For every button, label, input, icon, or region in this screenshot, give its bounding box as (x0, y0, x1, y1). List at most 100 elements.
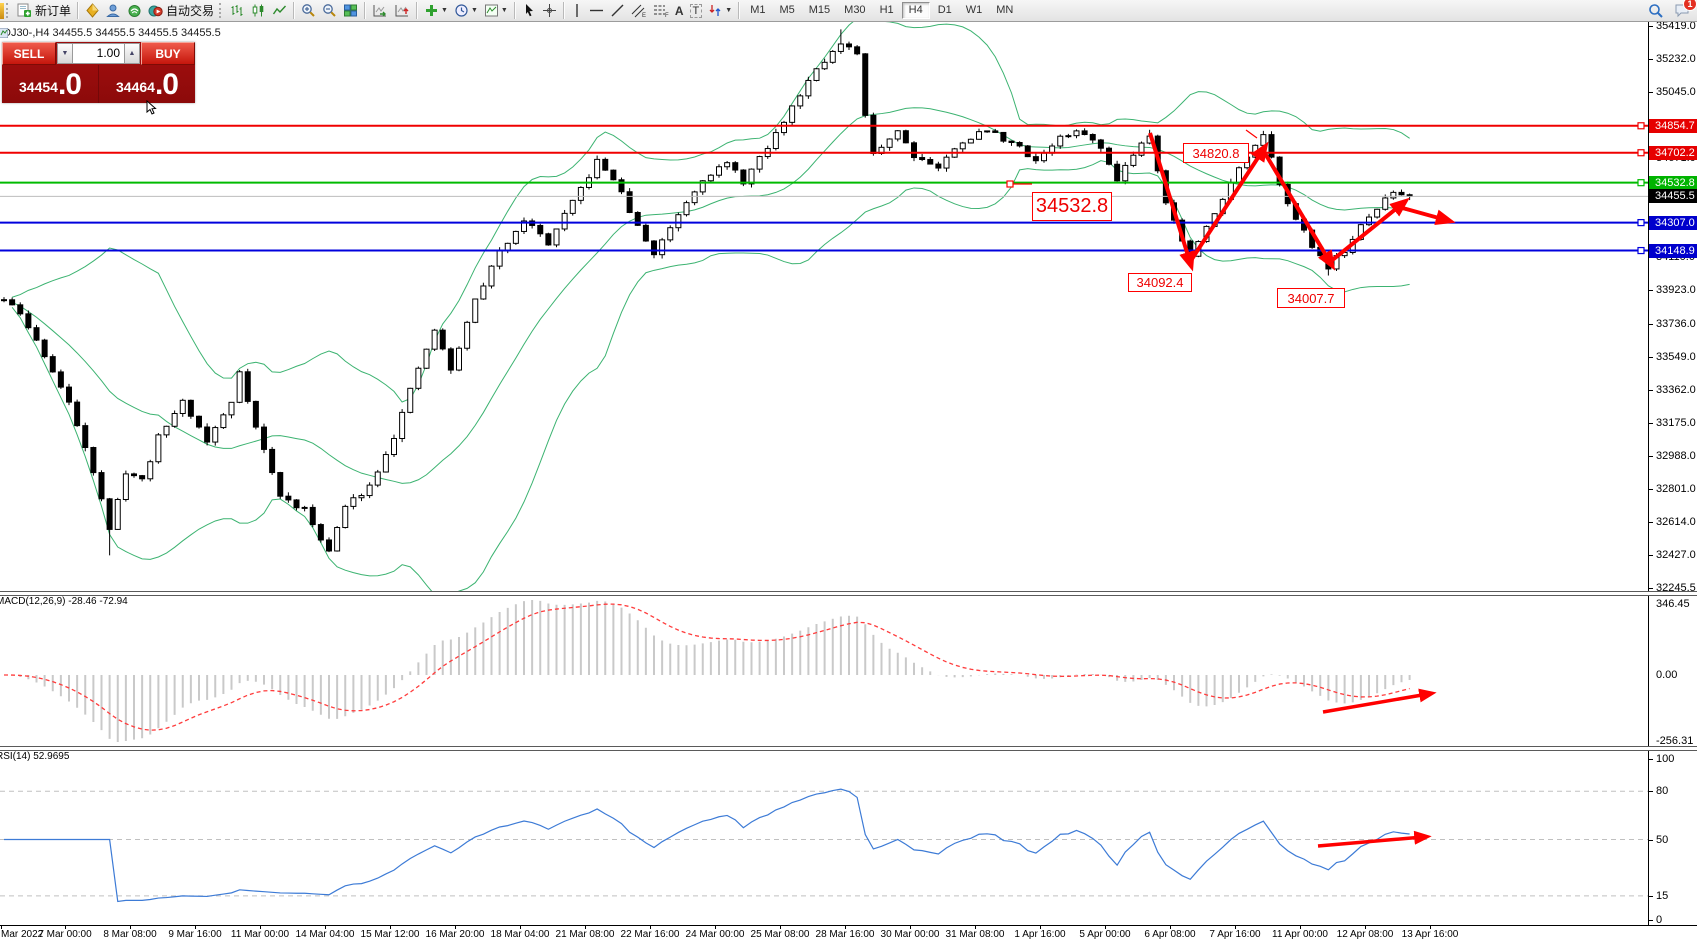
line-chart-mode-button[interactable] (269, 1, 290, 20)
hline-tool-button[interactable] (586, 1, 607, 20)
zoom-out-button[interactable] (319, 1, 340, 20)
candle-body (42, 340, 47, 357)
fibonacci-icon: F (653, 3, 669, 18)
line-handle[interactable] (1638, 220, 1644, 226)
price-annotation-label[interactable]: 34007.7 (1277, 288, 1345, 308)
auto-scroll-button[interactable] (369, 1, 391, 20)
accounts-button[interactable] (103, 1, 124, 20)
timeframe-button-m1[interactable]: M1 (744, 2, 771, 19)
rsi-forecast-arrow[interactable] (1318, 837, 1423, 846)
time-axis[interactable]: Mar 20227 Mar 00:008 Mar 08:009 Mar 16:0… (0, 925, 1697, 942)
candle-body (847, 44, 852, 47)
rsi-scale-label: 100 (1656, 753, 1674, 765)
candle-body (481, 286, 486, 299)
candle-chart-mode-button[interactable] (248, 1, 269, 20)
indicators-button[interactable]: ▼ (421, 1, 451, 20)
rsi-pane[interactable] (0, 749, 1648, 924)
axis-tick-mark (1649, 257, 1653, 258)
search-button[interactable] (1645, 1, 1667, 20)
candle-body (34, 328, 39, 340)
candle-body (392, 439, 397, 455)
line-handle[interactable] (1638, 248, 1644, 254)
price-axis[interactable]: 35419.035232.035045.034858.034671.034484… (1648, 22, 1697, 925)
tile-windows-button[interactable] (340, 1, 361, 20)
cursor-tool-button[interactable] (519, 1, 539, 20)
timeframe-button-m5[interactable]: M5 (773, 2, 800, 19)
line-handle[interactable] (1638, 123, 1644, 129)
candle-body (1098, 140, 1103, 148)
trend-zigzag-arrow[interactable] (1263, 150, 1330, 262)
trend-zigzag-arrow[interactable] (1330, 204, 1402, 262)
candle-body (1123, 165, 1128, 180)
toolbar-separator (738, 2, 740, 19)
zoom-in-button[interactable] (298, 1, 319, 20)
candle-body (237, 372, 242, 403)
crosshair-tool-button[interactable] (539, 1, 560, 20)
macd-scale-label: 346.45 (1656, 598, 1690, 610)
rsi-scale-label: 80 (1656, 785, 1668, 797)
candle-body (294, 500, 299, 508)
periods-button[interactable]: ▼ (451, 1, 481, 20)
volume-increase-button[interactable]: ▲ (124, 43, 140, 64)
candle-body (416, 368, 421, 388)
axis-tick-mark (1649, 840, 1653, 841)
candle-body (676, 215, 681, 228)
label-tool-button[interactable]: T (687, 1, 706, 20)
candle-body (164, 426, 169, 435)
axis-tick-label: 33362.0 (1656, 384, 1696, 396)
bollinger-lower (12, 161, 1410, 591)
candle-body (91, 448, 96, 473)
templates-button[interactable]: ▼ (481, 1, 511, 20)
macd-signal-line (4, 604, 1410, 730)
line-handle[interactable] (1638, 180, 1644, 186)
timeframe-button-h1[interactable]: H1 (874, 2, 900, 19)
text-tool-icon: A (675, 4, 684, 18)
arrows-tool-button[interactable]: ▼ (705, 1, 735, 20)
annotation-anchor[interactable] (1007, 181, 1013, 187)
forecast-arrow[interactable] (1399, 207, 1446, 220)
vline-tool-button[interactable] (568, 1, 586, 20)
mt4-terminal: 新订单 自动交易 (0, 0, 1697, 941)
price-annotation-label[interactable]: 34092.4 (1128, 273, 1192, 292)
chart-shift-button[interactable] (391, 1, 413, 20)
candlestick-icon (251, 3, 266, 18)
timeframe-button-d1[interactable]: D1 (932, 2, 958, 19)
macd-pane[interactable] (0, 594, 1648, 746)
notifications-button[interactable]: 1 (1671, 1, 1693, 20)
channel-tool-button[interactable]: E (628, 1, 650, 20)
trendline-tool-button[interactable] (607, 1, 628, 20)
price-annotation-label[interactable]: 34820.8 (1183, 143, 1249, 163)
axis-price-label: 34455.5 (1649, 189, 1697, 203)
axis-price-label: 34148.9 (1649, 244, 1697, 258)
timeframe-button-m30[interactable]: M30 (838, 2, 871, 19)
sell-button[interactable]: SELL (2, 42, 56, 65)
volume-decrease-button[interactable]: ▼ (57, 43, 73, 64)
main-price-chart[interactable] (0, 22, 1648, 591)
buy-button[interactable]: BUY (141, 42, 195, 65)
timeframe-button-w1[interactable]: W1 (960, 2, 989, 19)
new-order-button[interactable]: 新订单 (14, 1, 74, 20)
candle-body (782, 122, 787, 132)
timeframe-button-mn[interactable]: MN (990, 2, 1019, 19)
volume-input[interactable]: 1.00 (73, 43, 124, 64)
vertical-line-icon (571, 3, 583, 18)
axis-tick-label: 32427.0 (1656, 549, 1696, 561)
auto-trading-button[interactable]: 自动交易 (145, 1, 217, 20)
text-tool-button[interactable]: A (672, 1, 687, 20)
candle-body (611, 170, 616, 180)
pane-separator[interactable] (0, 746, 1697, 751)
candle-body (652, 241, 657, 255)
line-handle[interactable] (1638, 150, 1644, 156)
market-watch-button[interactable] (82, 1, 103, 20)
timeframe-button-h4[interactable]: H4 (902, 2, 930, 19)
signals-button[interactable] (124, 1, 145, 20)
timeframe-button-m15[interactable]: M15 (803, 2, 836, 19)
pane-separator[interactable] (0, 591, 1697, 596)
trend-zigzag-arrow[interactable] (1190, 150, 1263, 262)
dropdown-arrow-icon: ▼ (471, 7, 478, 14)
bar-chart-mode-button[interactable] (227, 1, 248, 20)
tile-windows-icon (343, 3, 358, 18)
fibonacci-tool-button[interactable]: F (650, 1, 672, 20)
axis-tick-label: 33736.0 (1656, 318, 1696, 330)
price-annotation-label[interactable]: 34532.8 (1032, 192, 1112, 221)
